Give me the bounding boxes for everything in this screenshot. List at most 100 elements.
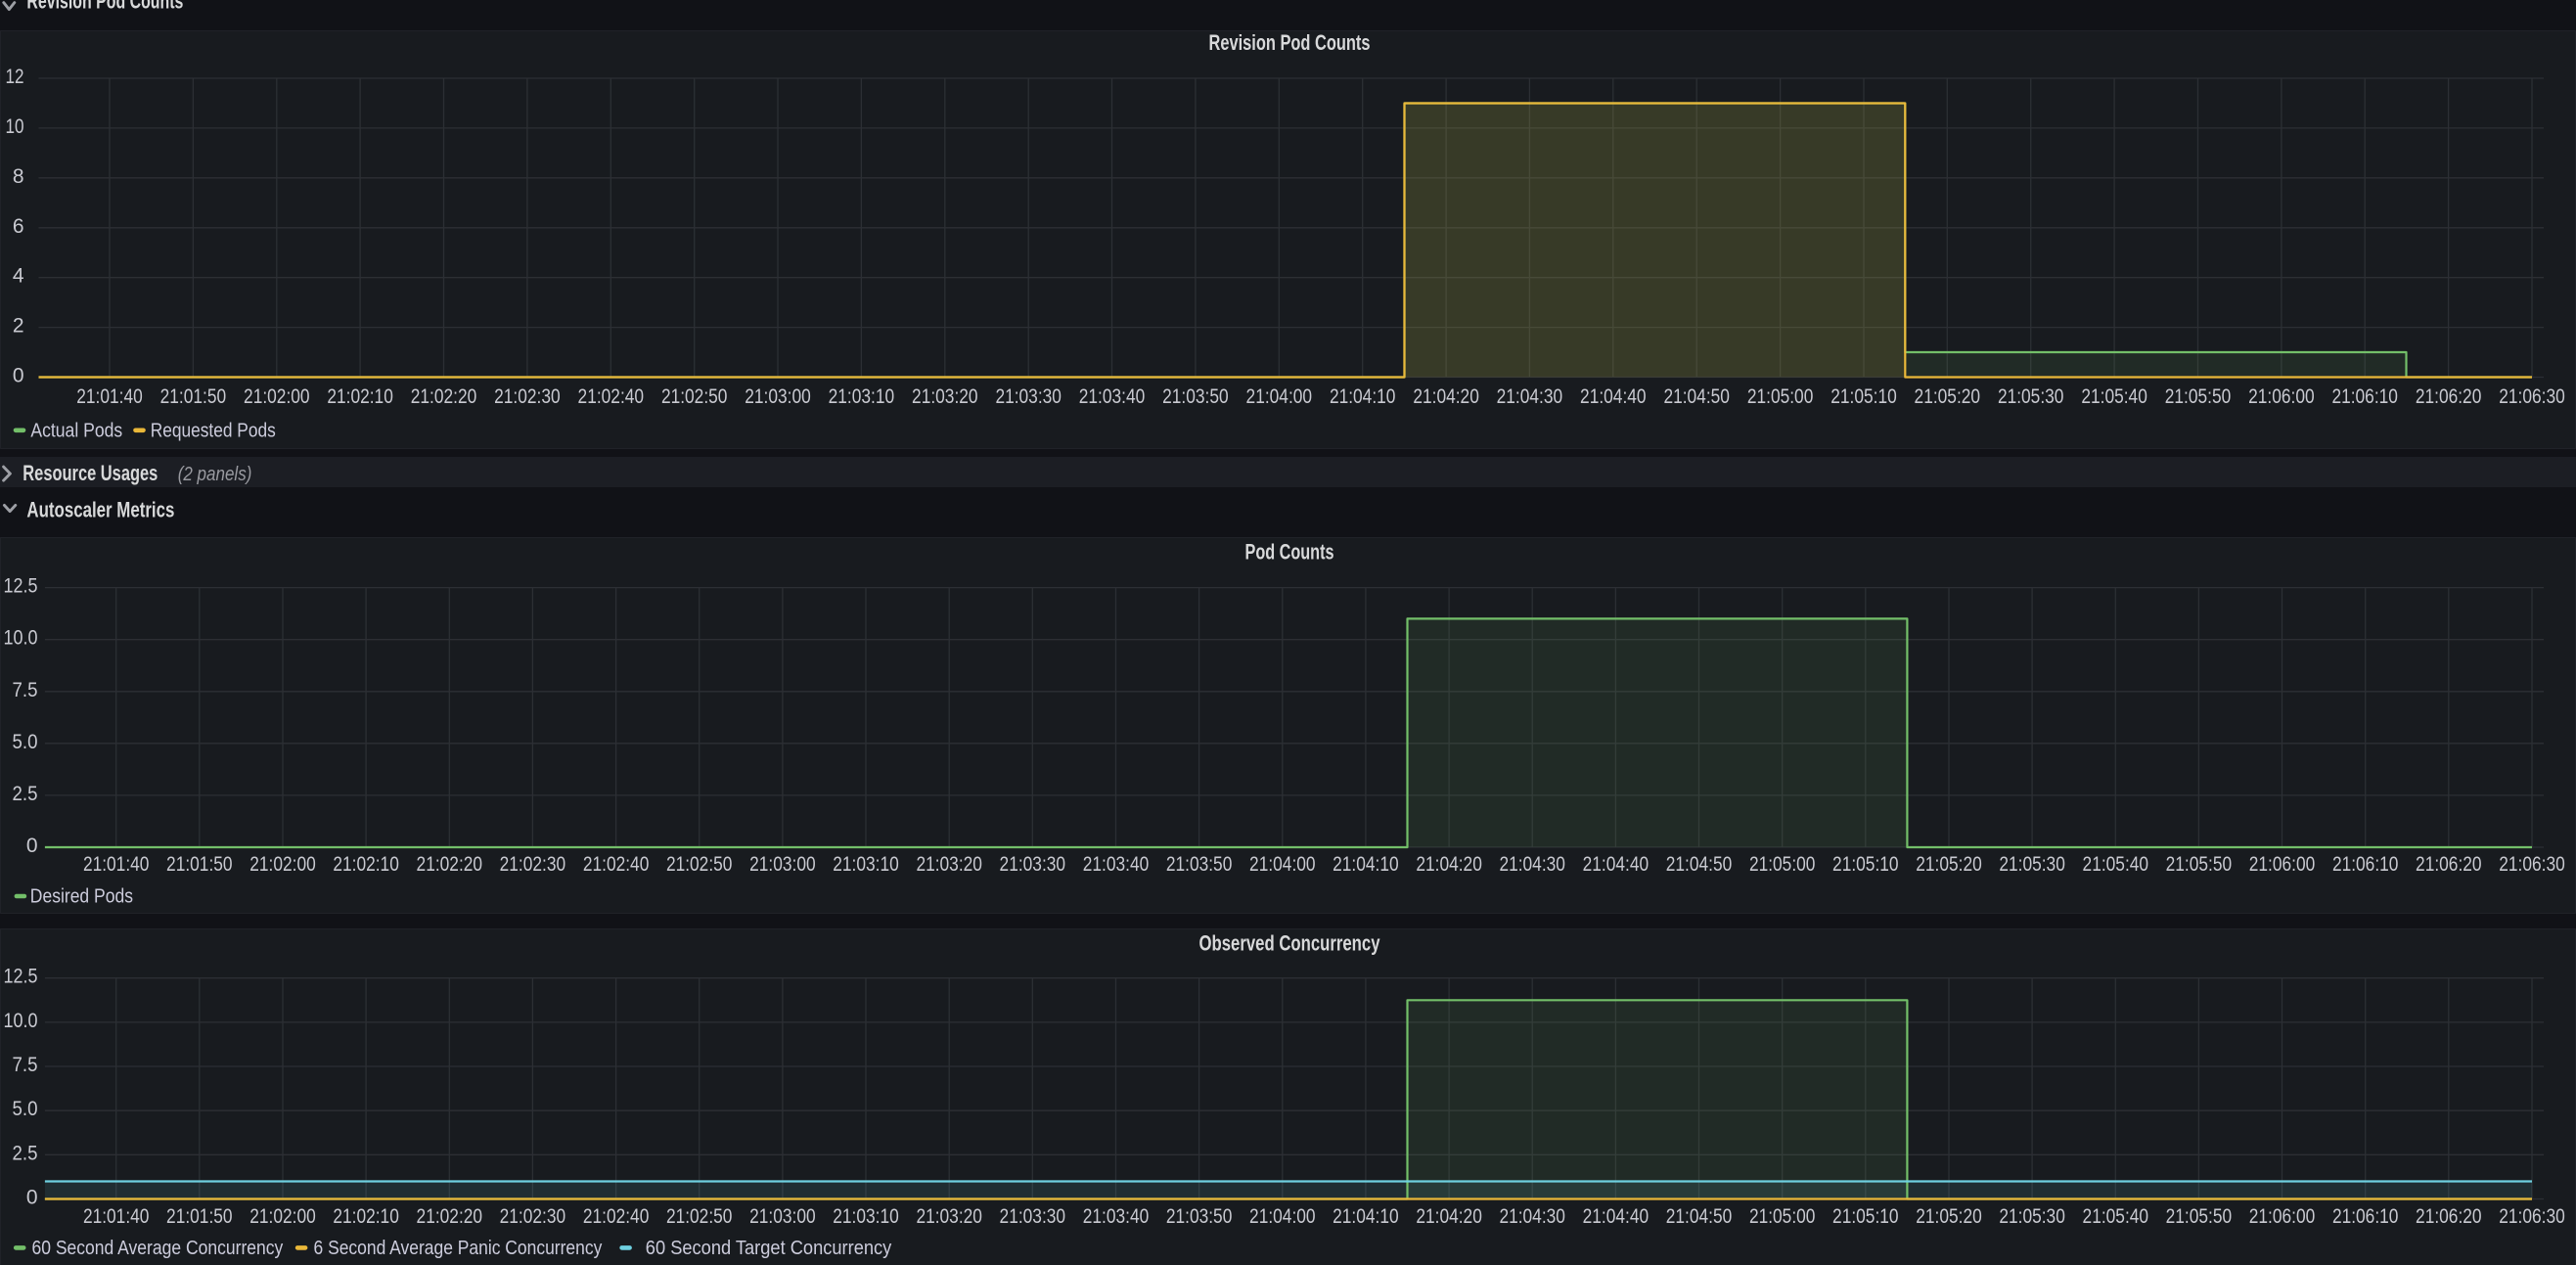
svg-text:10.0: 10.0 bbox=[4, 1010, 38, 1032]
svg-text:21:02:10: 21:02:10 bbox=[333, 1205, 399, 1228]
svg-text:10: 10 bbox=[6, 115, 24, 138]
svg-text:21:02:20: 21:02:20 bbox=[417, 1205, 483, 1228]
svg-text:21:05:00: 21:05:00 bbox=[1749, 1205, 1816, 1228]
svg-text:8: 8 bbox=[13, 165, 24, 188]
svg-text:60 Second Average Concurrency: 60 Second Average Concurrency bbox=[32, 1237, 284, 1259]
svg-text:21:01:50: 21:01:50 bbox=[166, 853, 233, 876]
svg-text:21:01:40: 21:01:40 bbox=[76, 385, 143, 408]
svg-text:7.5: 7.5 bbox=[13, 1054, 38, 1076]
svg-text:21:05:30: 21:05:30 bbox=[1999, 853, 2065, 876]
svg-text:2: 2 bbox=[13, 315, 24, 338]
svg-text:21:03:40: 21:03:40 bbox=[1083, 1205, 1150, 1228]
svg-text:21:02:20: 21:02:20 bbox=[417, 853, 483, 876]
svg-text:21:04:40: 21:04:40 bbox=[1583, 1205, 1650, 1228]
svg-text:10.0: 10.0 bbox=[4, 627, 38, 650]
svg-text:5.0: 5.0 bbox=[13, 1098, 38, 1120]
svg-text:21:06:30: 21:06:30 bbox=[2499, 1205, 2565, 1228]
svg-text:0: 0 bbox=[26, 1187, 38, 1209]
svg-text:Observed Concurrency: Observed Concurrency bbox=[1199, 931, 1381, 956]
svg-text:21:04:50: 21:04:50 bbox=[1666, 853, 1733, 876]
svg-text:21:03:50: 21:03:50 bbox=[1166, 1205, 1233, 1228]
svg-text:21:05:00: 21:05:00 bbox=[1749, 853, 1816, 876]
svg-text:21:03:10: 21:03:10 bbox=[833, 853, 899, 876]
svg-text:21:06:00: 21:06:00 bbox=[2249, 853, 2316, 876]
svg-text:21:02:20: 21:02:20 bbox=[411, 385, 477, 408]
svg-text:21:05:10: 21:05:10 bbox=[1830, 385, 1897, 408]
svg-text:21:03:00: 21:03:00 bbox=[749, 1205, 816, 1228]
svg-text:21:02:10: 21:02:10 bbox=[333, 853, 399, 876]
svg-text:21:05:30: 21:05:30 bbox=[1998, 385, 2064, 408]
svg-text:21:02:50: 21:02:50 bbox=[661, 385, 728, 408]
svg-text:4: 4 bbox=[13, 265, 24, 288]
svg-text:12.5: 12.5 bbox=[4, 575, 38, 598]
svg-text:21:02:00: 21:02:00 bbox=[244, 385, 310, 408]
svg-text:21:05:20: 21:05:20 bbox=[1916, 853, 1982, 876]
svg-text:21:03:50: 21:03:50 bbox=[1162, 385, 1229, 408]
svg-text:21:05:50: 21:05:50 bbox=[2166, 1205, 2233, 1228]
svg-text:21:03:20: 21:03:20 bbox=[916, 1205, 982, 1228]
svg-text:Revision Pod Counts: Revision Pod Counts bbox=[26, 0, 183, 14]
svg-text:12: 12 bbox=[6, 66, 24, 88]
svg-text:21:03:20: 21:03:20 bbox=[912, 385, 978, 408]
svg-text:21:04:00: 21:04:00 bbox=[1246, 385, 1313, 408]
svg-text:21:03:30: 21:03:30 bbox=[995, 385, 1062, 408]
svg-text:Actual Pods: Actual Pods bbox=[30, 419, 122, 441]
svg-text:21:03:50: 21:03:50 bbox=[1166, 853, 1233, 876]
svg-text:21:03:30: 21:03:30 bbox=[1000, 1205, 1066, 1228]
svg-text:21:04:50: 21:04:50 bbox=[1666, 1205, 1733, 1228]
svg-text:21:03:00: 21:03:00 bbox=[745, 385, 811, 408]
svg-text:Revision Pod Counts: Revision Pod Counts bbox=[1209, 30, 1371, 55]
svg-text:21:04:10: 21:04:10 bbox=[1330, 385, 1396, 408]
svg-text:21:02:00: 21:02:00 bbox=[249, 853, 316, 876]
svg-text:21:05:40: 21:05:40 bbox=[2083, 853, 2149, 876]
svg-text:21:05:20: 21:05:20 bbox=[1916, 1205, 1982, 1228]
svg-text:21:04:30: 21:04:30 bbox=[1497, 385, 1563, 408]
svg-text:12.5: 12.5 bbox=[4, 966, 38, 988]
svg-text:21:06:10: 21:06:10 bbox=[2331, 385, 2398, 408]
svg-text:21:02:00: 21:02:00 bbox=[249, 1205, 316, 1228]
svg-text:21:06:20: 21:06:20 bbox=[2416, 1205, 2482, 1228]
svg-text:21:04:20: 21:04:20 bbox=[1416, 1205, 1482, 1228]
svg-text:21:05:40: 21:05:40 bbox=[2083, 1205, 2149, 1228]
svg-text:21:05:20: 21:05:20 bbox=[1915, 385, 1981, 408]
svg-text:21:06:20: 21:06:20 bbox=[2416, 385, 2482, 408]
svg-text:21:05:50: 21:05:50 bbox=[2166, 853, 2233, 876]
svg-text:21:04:40: 21:04:40 bbox=[1583, 853, 1650, 876]
svg-text:21:06:30: 21:06:30 bbox=[2499, 853, 2565, 876]
svg-text:21:05:30: 21:05:30 bbox=[1999, 1205, 2065, 1228]
svg-text:21:03:10: 21:03:10 bbox=[833, 1205, 899, 1228]
svg-text:21:04:50: 21:04:50 bbox=[1663, 385, 1730, 408]
svg-text:21:05:10: 21:05:10 bbox=[1832, 1205, 1899, 1228]
svg-text:6 Second Average Panic Concurr: 6 Second Average Panic Concurrency bbox=[314, 1237, 603, 1259]
svg-text:21:01:50: 21:01:50 bbox=[160, 385, 227, 408]
svg-text:21:04:30: 21:04:30 bbox=[1499, 853, 1565, 876]
svg-text:21:03:40: 21:03:40 bbox=[1083, 853, 1150, 876]
svg-text:21:05:00: 21:05:00 bbox=[1747, 385, 1814, 408]
svg-text:21:04:00: 21:04:00 bbox=[1249, 1205, 1316, 1228]
svg-text:21:06:00: 21:06:00 bbox=[2248, 385, 2315, 408]
svg-text:21:04:30: 21:04:30 bbox=[1499, 1205, 1565, 1228]
svg-text:21:04:20: 21:04:20 bbox=[1413, 385, 1479, 408]
svg-text:21:04:10: 21:04:10 bbox=[1333, 1205, 1399, 1228]
svg-text:60 Second Target Concurrency: 60 Second Target Concurrency bbox=[646, 1237, 892, 1259]
svg-text:Requested Pods: Requested Pods bbox=[151, 419, 276, 441]
svg-text:21:03:20: 21:03:20 bbox=[916, 853, 982, 876]
svg-text:21:04:20: 21:04:20 bbox=[1416, 853, 1482, 876]
svg-text:21:04:10: 21:04:10 bbox=[1333, 853, 1399, 876]
svg-text:21:03:40: 21:03:40 bbox=[1079, 385, 1146, 408]
svg-text:5.0: 5.0 bbox=[13, 731, 38, 753]
svg-text:21:01:40: 21:01:40 bbox=[83, 1205, 150, 1228]
svg-text:21:05:40: 21:05:40 bbox=[2081, 385, 2147, 408]
svg-text:21:03:00: 21:03:00 bbox=[749, 853, 816, 876]
svg-text:21:06:20: 21:06:20 bbox=[2416, 853, 2482, 876]
svg-text:2.5: 2.5 bbox=[13, 783, 38, 805]
svg-text:21:02:30: 21:02:30 bbox=[500, 1205, 566, 1228]
svg-text:Autoscaler Metrics: Autoscaler Metrics bbox=[26, 498, 174, 522]
svg-text:0: 0 bbox=[26, 835, 38, 857]
svg-text:Pod Counts: Pod Counts bbox=[1245, 540, 1334, 565]
svg-text:21:05:50: 21:05:50 bbox=[2165, 385, 2232, 408]
svg-text:(2 panels): (2 panels) bbox=[178, 464, 252, 485]
svg-text:21:02:50: 21:02:50 bbox=[666, 853, 733, 876]
svg-text:0: 0 bbox=[13, 365, 24, 387]
svg-text:21:02:10: 21:02:10 bbox=[327, 385, 393, 408]
